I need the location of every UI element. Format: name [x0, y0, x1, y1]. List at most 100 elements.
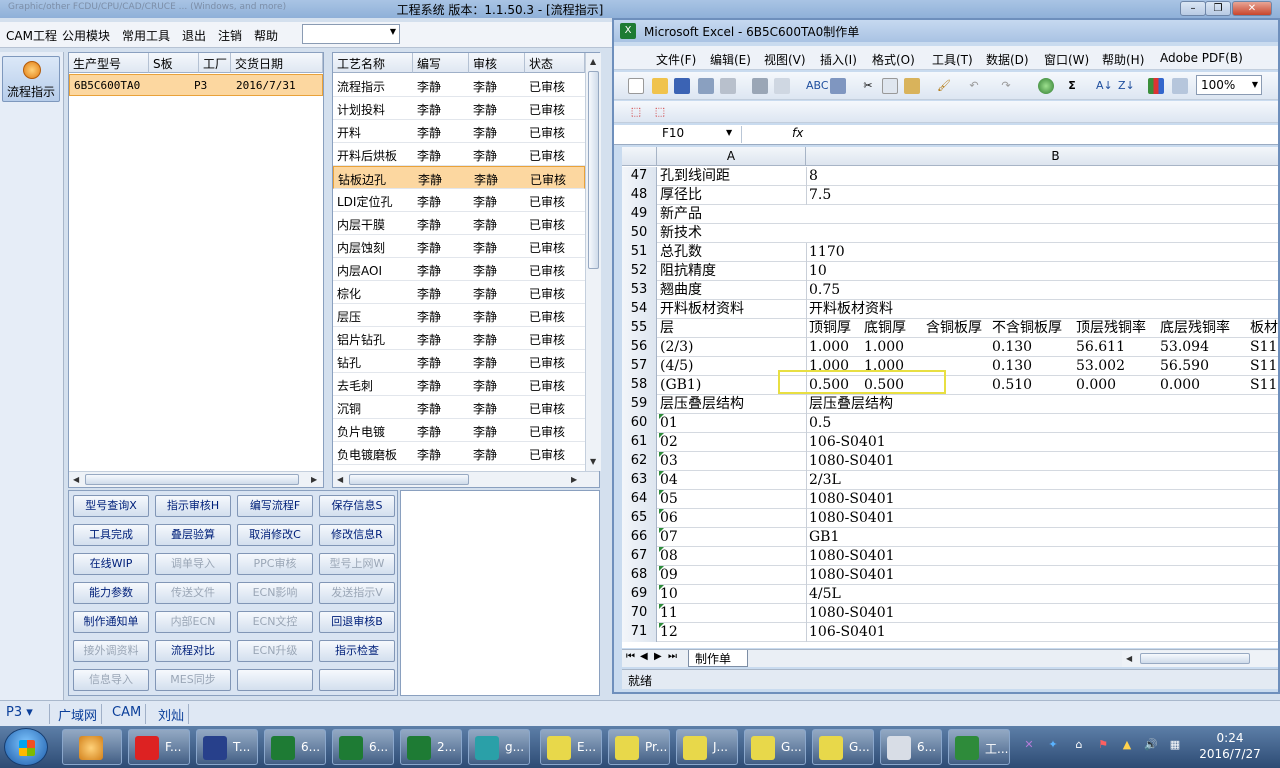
- save-icon[interactable]: [674, 78, 690, 94]
- excel-menu-item[interactable]: 数据(D): [986, 51, 1029, 68]
- spelling-icon[interactable]: ABC: [806, 78, 829, 94]
- sheet-nav-prev-icon[interactable]: ◀: [640, 651, 648, 662]
- paste-icon[interactable]: [904, 78, 920, 94]
- cell-h[interactable]: 板材: [1250, 319, 1278, 337]
- table-row[interactable]: 负片电镀 李静 李静 已审核: [333, 419, 585, 442]
- row-header[interactable]: 57: [622, 357, 657, 376]
- tray-network-app-icon[interactable]: ✦: [1046, 738, 1060, 752]
- excel-menu-item[interactable]: 视图(V): [764, 51, 806, 68]
- menu-common-module[interactable]: 公用模块: [62, 27, 110, 44]
- spreadsheet-row[interactable]: 67 08 1080-S0401: [622, 547, 1278, 566]
- spreadsheet-row[interactable]: 68 09 1080-S0401: [622, 566, 1278, 585]
- mail-icon[interactable]: [720, 78, 736, 94]
- taskbar-button[interactable]: E...: [540, 729, 602, 765]
- spreadsheet-grid[interactable]: A B 47 孔到线间距 8 48 厚径比 7.5 49 新产品 50 新技术 51 总孔数 1170 5…: [622, 147, 1278, 648]
- function-button[interactable]: 叠层验算: [155, 524, 231, 546]
- function-button[interactable]: 内部ECN: [155, 611, 231, 633]
- cell-e[interactable]: 0.510: [992, 376, 1032, 394]
- table-row[interactable]: 内层AOI 李静 李静 已审核: [333, 258, 585, 281]
- row-header[interactable]: 47: [622, 167, 657, 186]
- cell-a[interactable]: 翘曲度: [660, 281, 702, 299]
- spreadsheet-row[interactable]: 65 06 1080-S0401: [622, 509, 1278, 528]
- pdf-mail-icon[interactable]: ⬚: [652, 104, 668, 120]
- function-button[interactable]: 能力参数: [73, 582, 149, 604]
- taskbar-button[interactable]: 工...: [948, 729, 1010, 765]
- spreadsheet-row[interactable]: 52 阻抗精度 10: [622, 262, 1278, 281]
- row-header[interactable]: 63: [622, 471, 657, 490]
- print-icon[interactable]: [752, 78, 768, 94]
- cell-a[interactable]: 总孔数: [660, 243, 702, 261]
- row-header[interactable]: 59: [622, 395, 657, 414]
- excel-menu-item[interactable]: 编辑(E): [710, 51, 751, 68]
- spreadsheet-row[interactable]: 66 07 GB1: [622, 528, 1278, 547]
- row-header[interactable]: 68: [622, 566, 657, 585]
- row-header[interactable]: 55: [622, 319, 657, 338]
- spreadsheet-row[interactable]: 70 11 1080-S0401: [622, 604, 1278, 623]
- cell-b[interactable]: 1080-S0401: [809, 566, 895, 584]
- spreadsheet-row[interactable]: 50 新技术: [622, 224, 1278, 243]
- taskbar-button[interactable]: Pr...: [608, 729, 670, 765]
- table-row[interactable]: 层压 李静 李静 已审核: [333, 304, 585, 327]
- col-header-factory[interactable]: 工厂: [199, 53, 231, 73]
- taskbar-button[interactable]: 6...: [264, 729, 326, 765]
- cell-b[interactable]: 1080-S0401: [809, 490, 895, 508]
- row-header[interactable]: 69: [622, 585, 657, 604]
- sheet-nav-first-icon[interactable]: ⏮: [626, 651, 635, 662]
- excel-menu-item[interactable]: 文件(F): [656, 51, 696, 68]
- menu-combo-box[interactable]: ▼: [302, 24, 400, 44]
- col-header-model[interactable]: 生产型号: [69, 53, 149, 73]
- tray-usb-icon[interactable]: ⌂: [1072, 738, 1086, 752]
- row-header[interactable]: 64: [622, 490, 657, 509]
- row-header[interactable]: 53: [622, 281, 657, 300]
- print-preview-icon[interactable]: [774, 78, 790, 94]
- function-button[interactable]: ECN影响: [237, 582, 313, 604]
- row-header[interactable]: 51: [622, 243, 657, 262]
- scroll-thumb[interactable]: [349, 474, 469, 485]
- open-folder-icon[interactable]: [652, 78, 668, 94]
- table-row[interactable]: 内层蚀刻 李静 李静 已审核: [333, 235, 585, 258]
- scroll-left-icon[interactable]: ◀: [1126, 654, 1132, 663]
- tray-flag-icon[interactable]: ⚑: [1096, 738, 1110, 752]
- cell-b[interactable]: 1080-S0401: [809, 509, 895, 527]
- cell-b[interactable]: 1.000: [809, 338, 849, 356]
- cell-b[interactable]: 层压叠层结构: [809, 395, 893, 413]
- row-header[interactable]: 52: [622, 262, 657, 281]
- cell-b[interactable]: 2/3L: [809, 471, 841, 489]
- cell-a[interactable]: 03: [660, 452, 678, 470]
- scroll-left-icon[interactable]: ◀: [337, 475, 343, 484]
- spreadsheet-row[interactable]: 69 10 4/5L: [622, 585, 1278, 604]
- cell-a[interactable]: (4/5): [660, 357, 693, 375]
- table-row[interactable]: 钻孔 李静 李静 已审核: [333, 350, 585, 373]
- spreadsheet-row[interactable]: 63 04 2/3L: [622, 471, 1278, 490]
- function-button[interactable]: 保存信息S: [319, 495, 395, 517]
- menu-help[interactable]: 帮助: [254, 27, 278, 44]
- cell-f[interactable]: 53.002: [1076, 357, 1125, 375]
- cell-a[interactable]: 01: [660, 414, 678, 432]
- cell-b[interactable]: 开料板材资料: [809, 300, 893, 318]
- empty-button[interactable]: [319, 669, 395, 691]
- cell-a[interactable]: 阻抗精度: [660, 262, 716, 280]
- taskbar-button[interactable]: 6...: [880, 729, 942, 765]
- cell-h[interactable]: S11: [1250, 357, 1277, 375]
- table-row[interactable]: 内层干膜 李静 李静 已审核: [333, 212, 585, 235]
- table-row[interactable]: 开料 李静 李静 已审核: [333, 120, 585, 143]
- start-button[interactable]: [4, 728, 48, 766]
- spreadsheet-row[interactable]: 59 层压叠层结构 层压叠层结构: [622, 395, 1278, 414]
- function-button[interactable]: 编写流程F: [237, 495, 313, 517]
- cell-f[interactable]: 0.000: [1076, 376, 1116, 394]
- cell-b[interactable]: 1080-S0401: [809, 547, 895, 565]
- row-header[interactable]: 56: [622, 338, 657, 357]
- cell-a[interactable]: 开料板材资料: [660, 300, 744, 318]
- spreadsheet-row[interactable]: 62 03 1080-S0401: [622, 452, 1278, 471]
- taskbar-button[interactable]: 6...: [332, 729, 394, 765]
- sort-descending-icon[interactable]: Z↓: [1118, 78, 1135, 94]
- empty-button[interactable]: [237, 669, 313, 691]
- cell-a[interactable]: 08: [660, 547, 678, 565]
- excel-menu-item[interactable]: 帮助(H): [1102, 51, 1144, 68]
- cell-h[interactable]: S11: [1250, 376, 1277, 394]
- col-header-status[interactable]: 状态: [525, 53, 585, 73]
- table-row[interactable]: 沉铜 李静 李静 已审核: [333, 396, 585, 419]
- hyperlink-icon[interactable]: [1038, 78, 1054, 94]
- col-header-delivery-date[interactable]: 交货日期: [231, 53, 323, 73]
- scroll-down-icon[interactable]: ▼: [590, 457, 596, 466]
